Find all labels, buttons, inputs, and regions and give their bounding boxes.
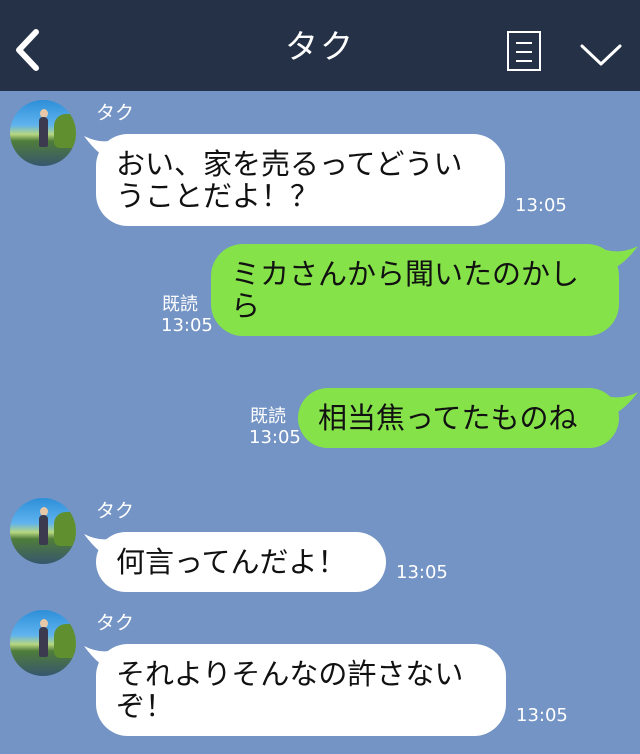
list-icon-line (516, 51, 532, 53)
message-time: 13:05 (161, 315, 213, 336)
avatar-trees (54, 624, 76, 658)
message-time: 13:05 (516, 705, 568, 726)
avatar[interactable] (10, 610, 76, 676)
message-time: 13:05 (249, 427, 301, 448)
menu-button[interactable] (507, 31, 541, 71)
avatar-figure (39, 627, 48, 657)
avatar-figure (39, 117, 48, 147)
avatar[interactable] (10, 498, 76, 564)
chat-header: タク (0, 0, 640, 91)
chat-title: タク (285, 27, 355, 66)
message-bubble[interactable]: 何言ってんだよ！ (96, 532, 386, 592)
list-icon (516, 42, 532, 44)
read-receipt: 既読 (250, 406, 286, 427)
list-icon-line (516, 60, 532, 62)
sender-name: タク (96, 102, 135, 124)
sender-name: タク (96, 612, 135, 634)
message-bubble[interactable]: おい、家を売るってどういうことだよ！？ (96, 134, 505, 226)
message-time: 13:05 (515, 195, 567, 216)
sender-name: タク (96, 500, 135, 522)
chevron-down-icon (580, 44, 622, 66)
message-bubble[interactable]: 相当焦ってたものね (298, 388, 619, 448)
avatar-trees (54, 512, 76, 546)
message-bubble[interactable]: それよりそんなの許さないぞ！ (96, 644, 506, 736)
collapse-button[interactable] (578, 40, 624, 70)
message-bubble[interactable]: ミカさんから聞いたのかしら (211, 244, 619, 336)
message-time: 13:05 (396, 562, 448, 583)
read-receipt: 既読 (162, 294, 198, 315)
avatar[interactable] (10, 100, 76, 166)
avatar-trees (54, 114, 76, 148)
avatar-figure (39, 515, 48, 545)
